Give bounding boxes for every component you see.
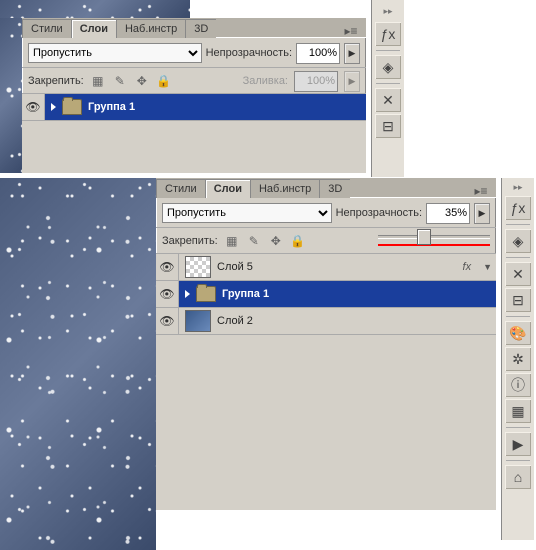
eye-icon [159, 314, 174, 328]
opacity-slider[interactable] [378, 230, 490, 244]
tab-styles[interactable]: Стили [22, 19, 71, 38]
tools-icon[interactable]: ✕ [375, 88, 401, 112]
layers-icon[interactable]: ◈ [505, 229, 531, 253]
disclosure-triangle-icon[interactable] [185, 290, 190, 298]
opacity-label: Непрозрачность: [206, 47, 292, 59]
layer-thumbnail [185, 310, 211, 332]
visibility-toggle[interactable] [156, 308, 179, 334]
fx-indicator[interactable]: fx [463, 261, 472, 273]
lock-all-icon[interactable]: 🔒 [290, 233, 306, 249]
camera-icon[interactable]: ⌂ [505, 465, 531, 489]
palette-icon[interactable]: 🎨 [505, 321, 531, 345]
divider [506, 460, 530, 461]
tab-layers[interactable]: Слои [205, 179, 250, 198]
lock-label: Закрепить: [28, 75, 84, 87]
layer-name[interactable]: Группа 1 [222, 288, 269, 300]
visibility-toggle[interactable] [156, 254, 179, 280]
tab-3d[interactable]: 3D [185, 19, 216, 38]
dock-collapse-icon[interactable]: ▸▸ [502, 180, 534, 194]
layer-row[interactable]: Слой 2 [156, 308, 496, 335]
tab-toolpresets[interactable]: Наб.инстр [250, 179, 319, 198]
annotation-underline [378, 244, 490, 246]
fx-icon[interactable]: ƒx [505, 196, 531, 220]
divider [506, 224, 530, 225]
eye-icon [159, 260, 174, 274]
divider [506, 257, 530, 258]
dock-collapse-icon[interactable]: ▸▸ [372, 2, 404, 20]
opacity-input[interactable] [296, 43, 340, 64]
fill-input [294, 71, 338, 92]
blend-mode-select[interactable]: Пропустить [162, 203, 332, 223]
lock-position-icon[interactable]: ✥ [268, 233, 284, 249]
tab-styles[interactable]: Стили [156, 179, 205, 198]
swatches-icon[interactable]: ▦ [505, 399, 531, 423]
blend-mode-select[interactable]: Пропустить [28, 43, 202, 63]
lock-transparency-icon[interactable]: ▦ [224, 233, 240, 249]
panel-menu-icon[interactable]: ▸≡ [336, 24, 366, 38]
actions-icon[interactable]: ▶ [505, 432, 531, 456]
layer-name[interactable]: Группа 1 [88, 101, 135, 113]
settings-icon[interactable]: ✲ [505, 347, 531, 371]
divider [376, 83, 400, 84]
tab-toolpresets[interactable]: Наб.инстр [116, 19, 185, 38]
lock-all-icon[interactable]: 🔒 [156, 73, 172, 89]
info-icon[interactable]: ⓘ [505, 373, 531, 397]
visibility-toggle[interactable] [22, 94, 45, 120]
layer-name[interactable]: Слой 2 [217, 315, 253, 327]
align-icon[interactable]: ⊟ [375, 114, 401, 138]
fill-flyout-icon: ▶ [344, 71, 360, 92]
chevron-down-icon[interactable]: ▼ [483, 262, 492, 272]
divider [376, 50, 400, 51]
layer-row[interactable]: Группа 1 [22, 94, 366, 121]
tab-3d[interactable]: 3D [319, 179, 350, 198]
lock-pixels-icon[interactable]: ✎ [246, 233, 262, 249]
fill-label: Заливка: [243, 75, 288, 87]
align-icon[interactable]: ⊟ [505, 288, 531, 312]
opacity-flyout-icon[interactable]: ▶ [474, 203, 490, 224]
panel-menu-icon[interactable]: ▸≡ [466, 184, 496, 198]
lock-transparency-icon[interactable]: ▦ [90, 73, 106, 89]
divider [506, 427, 530, 428]
opacity-flyout-icon[interactable]: ▶ [344, 43, 360, 64]
slider-track [378, 235, 490, 239]
fx-icon[interactable]: ƒx [375, 22, 401, 46]
eye-icon [25, 100, 40, 114]
eye-icon [159, 287, 174, 301]
visibility-toggle[interactable] [156, 281, 179, 307]
layer-name[interactable]: Слой 5 [217, 261, 253, 273]
layers-icon[interactable]: ◈ [375, 55, 401, 79]
folder-icon [62, 99, 82, 115]
layer-row[interactable]: Группа 1 [156, 281, 496, 308]
layer-row[interactable]: Слой 5 fx ▼ [156, 254, 496, 281]
disclosure-triangle-icon[interactable] [51, 103, 56, 111]
layer-thumbnail [185, 256, 211, 278]
opacity-input[interactable] [426, 203, 470, 224]
tools-icon[interactable]: ✕ [505, 262, 531, 286]
lock-pixels-icon[interactable]: ✎ [112, 73, 128, 89]
divider [506, 316, 530, 317]
tab-layers[interactable]: Слои [71, 19, 116, 38]
opacity-label: Непрозрачность: [336, 207, 422, 219]
lock-position-icon[interactable]: ✥ [134, 73, 150, 89]
slider-thumb-icon[interactable] [417, 229, 431, 245]
folder-icon [196, 286, 216, 302]
lock-label: Закрепить: [162, 235, 218, 247]
